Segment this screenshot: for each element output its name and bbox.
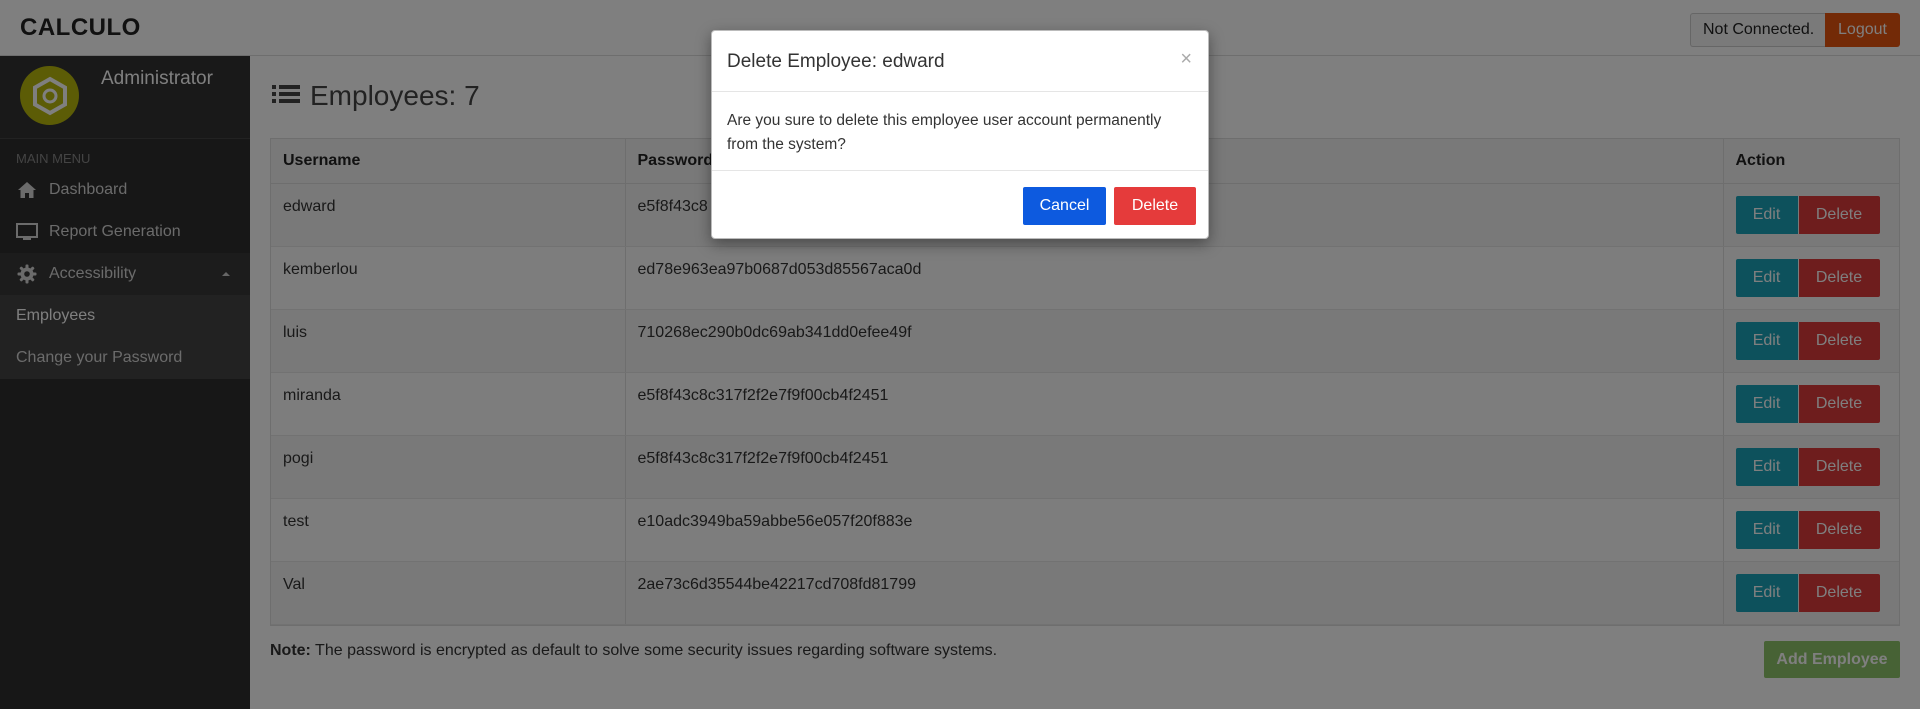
modal-title: Delete Employee: edward <box>727 51 945 72</box>
delete-employee-modal: Delete Employee: edward × Are you sure t… <box>711 30 1209 239</box>
close-icon[interactable]: × <box>1180 49 1192 69</box>
modal-header: Delete Employee: edward × <box>712 31 1208 92</box>
modal-body: Are you sure to delete this employee use… <box>712 92 1208 171</box>
confirm-delete-button[interactable]: Delete <box>1114 187 1196 225</box>
modal-footer: Cancel Delete <box>712 171 1208 238</box>
cancel-button[interactable]: Cancel <box>1023 187 1106 225</box>
